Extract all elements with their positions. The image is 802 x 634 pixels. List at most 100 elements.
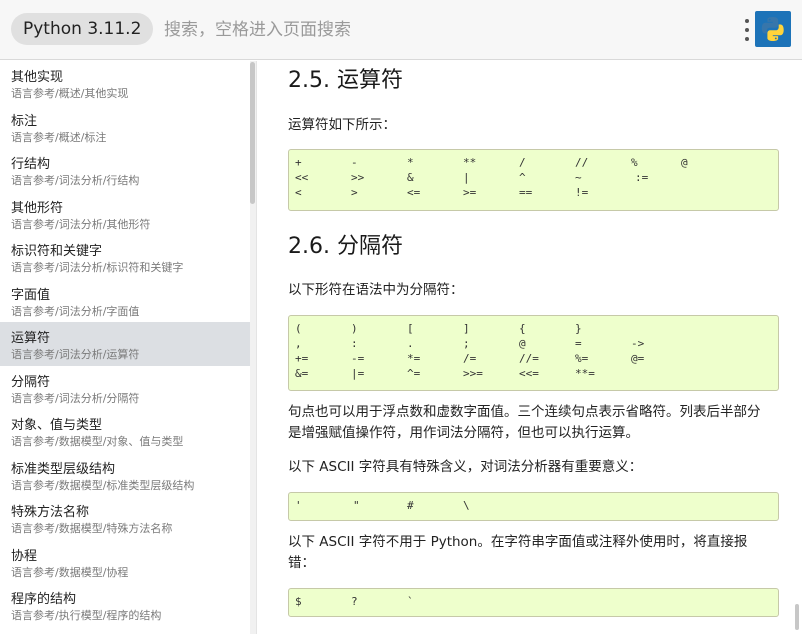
code-token: @ (519, 337, 526, 350)
sidebar-item-other-tokens[interactable]: 其他形符 语言参考/词法分析/其他形符 (0, 192, 250, 236)
code-line: + - * ** / // % @ (295, 155, 772, 170)
sidebar-item-coroutines[interactable]: 协程 语言参考/数据模型/协程 (0, 540, 250, 584)
sidebar-item-path: 语言参考/数据模型/协程 (11, 565, 129, 579)
sidebar-item-path: 语言参考/词法分析/其他形符 (11, 217, 151, 231)
code-token: >>= (463, 367, 483, 380)
operators-intro: 运算符如下所示： (288, 117, 396, 133)
sidebar-item-title: 特殊方法名称 (11, 505, 90, 520)
code-token: % (631, 156, 638, 169)
sidebar-scrollbar-thumb[interactable] (250, 62, 255, 204)
code-token: := (635, 171, 649, 184)
sidebar: 其他实现 语言参考/概述/其他实现 标注 语言参考/概述/标注 行结构 语言参考… (0, 61, 250, 634)
delimiters-intro: 以下形符在语法中为分隔符： (288, 282, 464, 298)
sidebar-item-title: 对象、值与类型 (11, 418, 103, 433)
ascii-special-intro: 以下 ASCII 字符具有特殊含义，对词法分析器有重要意义： (288, 459, 643, 475)
code-token: %= (575, 352, 589, 365)
code-token: * (407, 156, 414, 169)
sidebar-item-title: 标识符和关键字 (11, 244, 103, 259)
code-token: **= (575, 367, 595, 380)
operators-heading: 2.5. 运算符 (288, 68, 403, 93)
code-line: << >> & | ^ ~ := (295, 170, 772, 185)
code-line: ( ) [ ] { } (295, 321, 772, 336)
main-scrollbar-thumb[interactable] (795, 604, 799, 630)
sidebar-item-literals[interactable]: 字面值 语言参考/词法分析/字面值 (0, 279, 250, 323)
sidebar-item-other-implementations[interactable]: 其他实现 语言参考/概述/其他实现 (0, 61, 250, 105)
sidebar-item-title: 其他实现 (11, 70, 64, 85)
period-note: 句点也可以用于浮点数和虚数字面值。三个连续句点表示省略符。列表后半部分 是增强赋… (288, 402, 779, 444)
code-token: ] (463, 322, 470, 335)
code-line: , : . ; @ = -> (295, 336, 772, 351)
sidebar-item-path: 语言参考/概述/标注 (11, 130, 107, 144)
code-token: <= (407, 186, 421, 199)
code-token: << (295, 171, 309, 184)
sidebar-item-special-method-names[interactable]: 特殊方法名称 语言参考/数据模型/特殊方法名称 (0, 496, 250, 540)
sidebar-item-program-structure[interactable]: 程序的结构 语言参考/执行模型/程序的结构 (0, 583, 250, 627)
search-input[interactable] (164, 17, 724, 43)
code-token: " (353, 499, 360, 512)
code-token: @= (631, 352, 645, 365)
sidebar-item-title: 分隔符 (11, 374, 51, 390)
code-line: &= |= ^= >>= <<= **= (295, 366, 772, 381)
vertical-dots-icon[interactable] (741, 17, 753, 43)
pane-divider (256, 61, 257, 634)
code-token: -= (351, 352, 365, 365)
sidebar-item-path: 语言参考/词法分析/字面值 (11, 304, 140, 318)
code-token: { (519, 322, 526, 335)
code-token: != (575, 186, 589, 199)
sidebar-item-path: 语言参考/执行模型/程序的结构 (11, 609, 162, 622)
code-token: ? (351, 595, 358, 608)
sidebar-item-operators[interactable]: 运算符 语言参考/词法分析/运算符 (0, 322, 250, 366)
delimiters-code-block: ( ) [ ] { } , : . ; @ = -> += -= *= /= /… (288, 315, 779, 391)
sidebar-item-title: 行结构 (11, 157, 51, 172)
sidebar-item-title: 标注 (11, 113, 38, 129)
code-token: //= (519, 352, 539, 365)
sidebar-item-title: 协程 (11, 548, 38, 564)
code-token: : (351, 337, 358, 350)
sidebar-item-identifiers-keywords[interactable]: 标识符和关键字 语言参考/词法分析/标识符和关键字 (0, 235, 250, 279)
code-token: > (351, 186, 358, 199)
code-token: /= (463, 352, 477, 365)
code-token: // (575, 156, 589, 169)
sidebar-item-notation[interactable]: 标注 语言参考/概述/标注 (0, 105, 250, 149)
code-token: + (295, 156, 302, 169)
sidebar-item-path: 语言参考/词法分析/行结构 (11, 174, 140, 187)
code-line: < > <= >= == != (295, 185, 772, 200)
period-note-line: 句点也可以用于浮点数和虚数字面值。三个连续句点表示省略符。列表后半部分 (288, 404, 761, 420)
sidebar-item-line-structure[interactable]: 行结构 语言参考/词法分析/行结构 (0, 148, 250, 192)
code-token: ; (463, 337, 470, 350)
code-token: < (295, 186, 302, 199)
code-token: ** (463, 156, 477, 169)
sidebar-item-title: 其他形符 (11, 200, 64, 216)
code-token: - (351, 156, 358, 169)
operators-code-block: + - * ** / // % @ << >> & | ^ ~ := < > <… (288, 149, 779, 211)
code-token: >= (463, 186, 477, 199)
code-token: == (519, 186, 533, 199)
code-token: -> (631, 337, 645, 350)
sidebar-item-type-hierarchy[interactable]: 标准类型层级结构 语言参考/数据模型/标准类型层级结构 (0, 453, 250, 497)
delimiters-heading: 2.6. 分隔符 (288, 234, 403, 259)
code-token: ^ (519, 171, 526, 184)
sidebar-item-objects-values-types[interactable]: 对象、值与类型 语言参考/数据模型/对象、值与类型 (0, 409, 250, 453)
code-token: ` (407, 595, 414, 608)
main-content: 2.5. 运算符 运算符如下所示： + - * ** / // % @ << >… (288, 61, 779, 634)
code-token: += (295, 352, 309, 365)
code-token: <<= (519, 367, 539, 380)
code-token: . (407, 337, 414, 350)
code-token: \ (463, 499, 470, 512)
python-logo-icon[interactable] (755, 11, 791, 47)
code-token: ~ (575, 171, 582, 184)
code-token: $ (295, 595, 302, 608)
period-note-line: 是增强赋值操作符，用作词法分隔符，但也可以执行运算。 (288, 425, 639, 441)
code-token: >> (351, 171, 365, 184)
code-token: / (519, 156, 526, 169)
sidebar-item-title: 程序的结构 (11, 592, 77, 607)
code-token: & (407, 171, 414, 184)
version-selector[interactable]: Python 3.11.2 (11, 13, 154, 45)
sidebar-item-path: 语言参考/词法分析/运算符 (11, 348, 140, 361)
code-line: ' " # \ (295, 498, 772, 513)
sidebar-item-path: 语言参考/数据模型/标准类型层级结构 (11, 478, 195, 492)
code-token: *= (407, 352, 421, 365)
sidebar-item-delimiters[interactable]: 分隔符 语言参考/词法分析/分隔符 (0, 366, 250, 410)
ascii-unused-code-block: $ ? ` (288, 588, 779, 617)
sidebar-item-title: 标准类型层级结构 (11, 461, 116, 477)
